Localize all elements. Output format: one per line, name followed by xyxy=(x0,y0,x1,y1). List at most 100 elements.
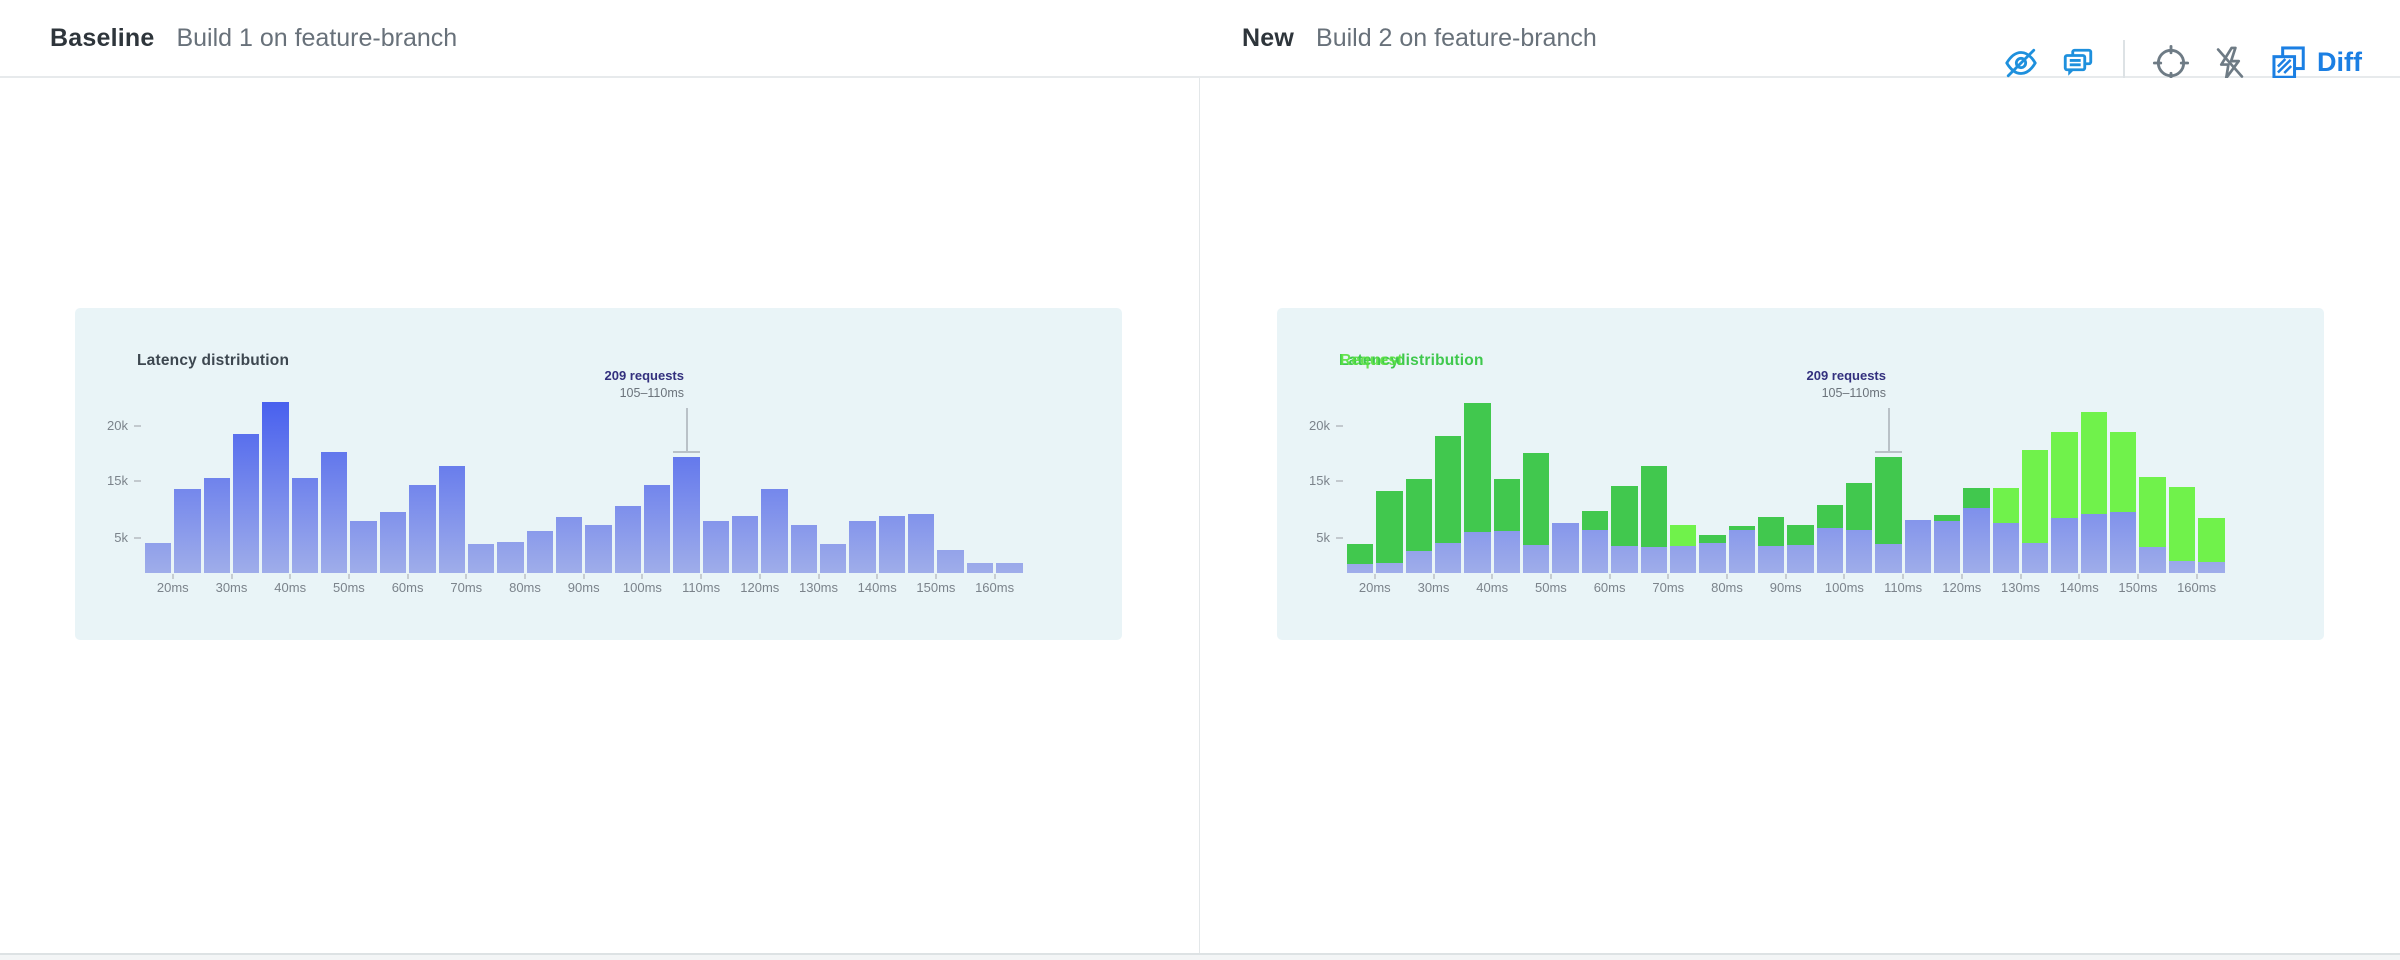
histogram-bar xyxy=(1552,523,1578,573)
bar-segment xyxy=(703,521,729,573)
x-axis-tick-label: 60ms xyxy=(1580,580,1640,595)
x-axis-tick-mark xyxy=(1785,574,1787,579)
histogram-bar xyxy=(1582,511,1608,573)
histogram-bar xyxy=(2051,432,2077,573)
bar-segment xyxy=(2081,514,2107,573)
histogram-bar xyxy=(409,485,435,573)
histogram-bar xyxy=(703,521,729,573)
bar-segment xyxy=(262,402,288,573)
disable-animations-button[interactable] xyxy=(2211,44,2249,82)
bar-segment xyxy=(1347,564,1373,573)
bar-segment xyxy=(1435,543,1461,573)
x-axis-tick-mark xyxy=(583,574,585,579)
bar-segment xyxy=(1552,523,1578,573)
bar-segment xyxy=(2198,562,2224,573)
histogram-bar xyxy=(233,434,259,573)
x-axis-tick-label: 50ms xyxy=(319,580,379,595)
histogram-bar xyxy=(1611,486,1637,573)
histogram-bar xyxy=(2198,518,2224,573)
new-header: New Build 2 on feature-branch xyxy=(1200,24,2400,53)
x-axis-tick-label: 20ms xyxy=(1345,580,1405,595)
x-axis-tick-mark xyxy=(231,574,233,579)
bar-segment xyxy=(791,525,817,573)
bar-segment xyxy=(820,544,846,573)
bar-segment xyxy=(233,434,259,573)
latency-chart-baseline: Latency distribution 209 requests 105–11… xyxy=(75,308,1122,640)
baseline-screenshot-card: Latency distribution 209 requests 105–11… xyxy=(75,308,1122,640)
histogram-bar xyxy=(644,485,670,573)
latency-chart-new-diff: Latency Request distribution 209 request… xyxy=(1277,308,2324,640)
bar-segment xyxy=(908,514,934,573)
x-axis-tick-mark xyxy=(2196,574,2198,579)
x-axis-tick-label: 120ms xyxy=(1932,580,1992,595)
x-axis-tick-mark xyxy=(1843,574,1845,579)
histogram-bar xyxy=(908,514,934,573)
y-axis-tick-mark xyxy=(134,425,141,427)
histogram-bar xyxy=(556,517,582,573)
visual-diff-app: Baseline Build 1 on feature-branch New B… xyxy=(0,0,2400,960)
x-axis-tick-mark xyxy=(348,574,350,579)
x-axis-tick-mark xyxy=(700,574,702,579)
bar-segment xyxy=(879,516,905,573)
bar-segment xyxy=(1993,523,2019,573)
bar-segment xyxy=(174,489,200,573)
diff-button-label: Diff xyxy=(2317,47,2362,78)
diff-toggle-button[interactable]: Diff xyxy=(2270,44,2362,82)
lightning-off-icon xyxy=(2211,44,2249,82)
histogram-bar xyxy=(1787,525,1813,573)
histogram-bar xyxy=(1729,526,1755,573)
histogram-bar xyxy=(615,506,641,573)
x-axis-tick-label: 30ms xyxy=(1404,580,1464,595)
x-axis-tick-mark xyxy=(935,574,937,579)
bar-segment xyxy=(1934,521,1960,573)
x-axis-tick-mark xyxy=(1961,574,1963,579)
x-axis-tick-label: 100ms xyxy=(612,580,672,595)
bar-segment xyxy=(1582,530,1608,573)
diff-highlight-segment xyxy=(1787,525,1813,545)
y-axis-tick-label: 20k xyxy=(83,417,128,435)
y-axis-tick-mark xyxy=(1336,480,1343,482)
bar-segment xyxy=(468,544,494,573)
x-axis-tick-mark xyxy=(1433,574,1435,579)
histogram-bar xyxy=(204,478,230,573)
diff-highlight-segment xyxy=(1376,491,1402,563)
x-axis-tick-mark xyxy=(1726,574,1728,579)
bar-segment xyxy=(1905,520,1931,573)
bar-segment xyxy=(1611,546,1637,573)
y-axis-tick-label: 15k xyxy=(83,472,128,490)
bar-segment xyxy=(497,542,523,573)
histogram-bar xyxy=(1670,525,1696,573)
baseline-build-name: Build 1 on feature-branch xyxy=(176,24,457,53)
histogram-bar xyxy=(174,489,200,573)
histogram-bar xyxy=(2081,412,2107,573)
histogram-bar xyxy=(1875,457,1901,573)
histogram-bar xyxy=(292,478,318,573)
x-axis-tick-mark xyxy=(524,574,526,579)
comments-button[interactable] xyxy=(2060,45,2096,81)
x-axis-tick-label: 30ms xyxy=(202,580,262,595)
diff-highlight-segment xyxy=(2198,518,2224,562)
pixel-inspect-button[interactable] xyxy=(2152,44,2190,82)
histogram-bar xyxy=(1494,479,1520,573)
bar-segment xyxy=(204,478,230,573)
histogram-bar xyxy=(2139,477,2165,573)
histogram-bar xyxy=(2110,432,2136,573)
diff-highlight-segment xyxy=(1641,466,1667,547)
bar-segment xyxy=(2169,561,2195,573)
x-axis-tick-label: 70ms xyxy=(1638,580,1698,595)
diff-highlight-segment xyxy=(1523,453,1549,545)
bar-segment xyxy=(967,563,993,573)
bar-segment xyxy=(1699,543,1725,573)
bar-segment xyxy=(2022,543,2048,573)
histogram-bar xyxy=(380,512,406,573)
hide-baseline-button[interactable] xyxy=(2003,45,2039,81)
diff-highlight-segment xyxy=(1963,488,1989,508)
diff-highlight-segment xyxy=(1699,535,1725,543)
histogram-bar xyxy=(1523,453,1549,573)
x-axis-tick-label: 110ms xyxy=(671,580,731,595)
bar-segment xyxy=(145,543,171,573)
diff-highlight-segment xyxy=(1406,479,1432,551)
x-axis-tick-mark xyxy=(1609,574,1611,579)
histogram-bar xyxy=(497,542,523,573)
x-axis-tick-mark xyxy=(1902,574,1904,579)
